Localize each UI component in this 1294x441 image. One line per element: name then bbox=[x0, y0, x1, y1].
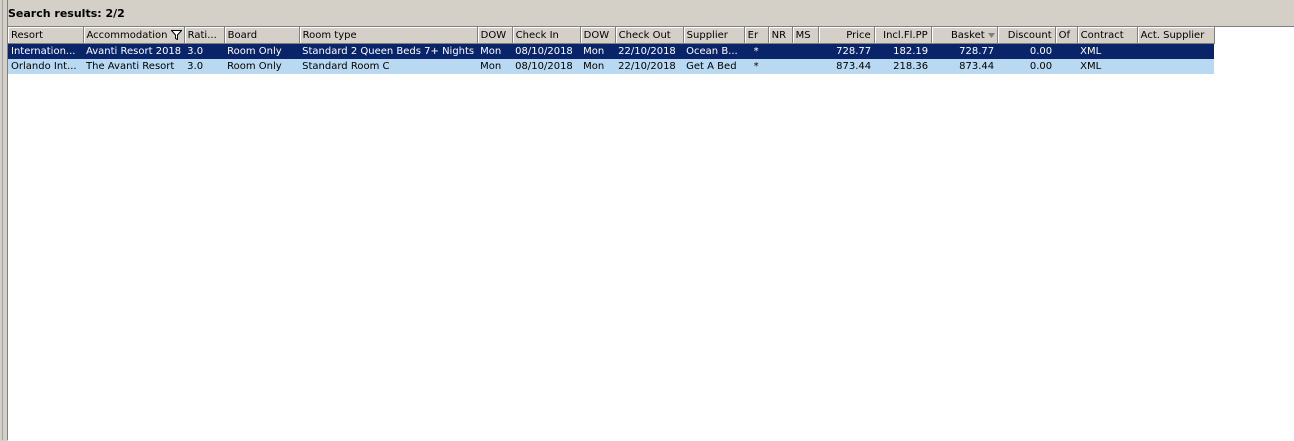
cell-rating: 3.0 bbox=[184, 43, 225, 59]
cell-resort: Orlando Int... bbox=[8, 59, 83, 74]
table-row[interactable]: Orlando Int... The Avanti Resort 3.0 Roo… bbox=[8, 59, 1215, 74]
column-header-board[interactable]: Board bbox=[224, 27, 300, 44]
cell-board: Room Only bbox=[224, 59, 300, 74]
column-header-basket[interactable]: Basket bbox=[931, 27, 998, 44]
cell-contract: XML bbox=[1077, 59, 1138, 74]
cell-act-supplier bbox=[1137, 43, 1215, 59]
search-results-label: Search results: 2/2 bbox=[8, 7, 125, 20]
sort-down-icon bbox=[987, 33, 995, 38]
column-header-supplier[interactable]: Supplier bbox=[683, 27, 745, 44]
search-results-title: Search results: 2/2 bbox=[8, 5, 1294, 23]
column-header-accommodation-label: Accommodation bbox=[86, 29, 168, 41]
results-grid[interactable]: Resort Accommodation Rati... Board Room … bbox=[8, 26, 1294, 441]
cell-dow-out: Mon bbox=[580, 43, 616, 59]
cell-supplier: Ocean B... bbox=[683, 43, 745, 59]
column-header-act-supplier[interactable]: Act. Supplier bbox=[1137, 27, 1215, 44]
cell-er: * bbox=[744, 43, 769, 59]
column-header-of[interactable]: Of bbox=[1055, 27, 1078, 44]
cell-incl-fl-pp: 182.19 bbox=[874, 43, 932, 59]
cell-discount: 0.00 bbox=[997, 59, 1056, 74]
column-header-room-type[interactable]: Room type bbox=[299, 27, 478, 44]
column-header-dow-in[interactable]: DOW bbox=[477, 27, 513, 44]
column-header-ms[interactable]: MS bbox=[792, 27, 819, 44]
cell-basket: 873.44 bbox=[931, 59, 998, 74]
cell-dow-in: Mon bbox=[477, 43, 513, 59]
column-header-dow-out[interactable]: DOW bbox=[580, 27, 616, 44]
cell-nr bbox=[768, 59, 793, 74]
cell-dow-in: Mon bbox=[477, 59, 513, 74]
column-header-nr[interactable]: NR bbox=[768, 27, 793, 44]
cell-of bbox=[1055, 43, 1078, 59]
header-row: Resort Accommodation Rati... Board Room … bbox=[8, 27, 1215, 44]
cell-of bbox=[1055, 59, 1078, 74]
cell-supplier: Get A Bed bbox=[683, 59, 745, 74]
cell-ms bbox=[792, 43, 819, 59]
cell-rating: 3.0 bbox=[184, 59, 225, 74]
cell-check-in: 08/10/2018 bbox=[512, 59, 581, 74]
window-left-border bbox=[0, 0, 8, 440]
cell-accommodation: Avanti Resort 2018 bbox=[83, 43, 185, 59]
cell-er: * bbox=[744, 59, 769, 74]
cell-accommodation: The Avanti Resort bbox=[83, 59, 185, 74]
cell-ms bbox=[792, 59, 819, 74]
cell-check-in: 08/10/2018 bbox=[512, 43, 581, 59]
cell-nr bbox=[768, 43, 793, 59]
cell-dow-out: Mon bbox=[580, 59, 616, 74]
cell-room-type: Standard 2 Queen Beds 7+ Nights bbox=[299, 43, 478, 59]
cell-price: 873.44 bbox=[818, 59, 875, 74]
column-header-incl-fl-pp[interactable]: Incl.Fl.PP bbox=[874, 27, 932, 44]
cell-discount: 0.00 bbox=[997, 43, 1056, 59]
column-header-contract[interactable]: Contract bbox=[1077, 27, 1138, 44]
cell-price: 728.77 bbox=[818, 43, 875, 59]
column-header-rating[interactable]: Rati... bbox=[184, 27, 225, 44]
table-row[interactable]: Internation... Avanti Resort 2018 3.0 Ro… bbox=[8, 43, 1215, 59]
cell-incl-fl-pp: 218.36 bbox=[874, 59, 932, 74]
cell-resort: Internation... bbox=[8, 43, 83, 59]
results-table: Resort Accommodation Rati... Board Room … bbox=[8, 27, 1215, 74]
cell-check-out: 22/10/2018 bbox=[615, 59, 684, 74]
column-header-discount[interactable]: Discount bbox=[997, 27, 1056, 44]
column-header-accommodation[interactable]: Accommodation bbox=[83, 27, 185, 44]
cell-board: Room Only bbox=[224, 43, 300, 59]
cell-act-supplier bbox=[1137, 59, 1215, 74]
column-header-resort[interactable]: Resort bbox=[8, 27, 84, 44]
column-header-basket-label: Basket bbox=[950, 29, 985, 41]
filter-icon[interactable] bbox=[170, 30, 182, 40]
column-header-check-out[interactable]: Check Out bbox=[615, 27, 684, 44]
column-header-price[interactable]: Price bbox=[818, 27, 875, 44]
column-header-er[interactable]: Er bbox=[744, 27, 769, 44]
cell-room-type: Standard Room C bbox=[299, 59, 478, 74]
cell-basket: 728.77 bbox=[931, 43, 998, 59]
column-header-check-in[interactable]: Check In bbox=[512, 27, 581, 44]
cell-check-out: 22/10/2018 bbox=[615, 43, 684, 59]
cell-contract: XML bbox=[1077, 43, 1138, 59]
